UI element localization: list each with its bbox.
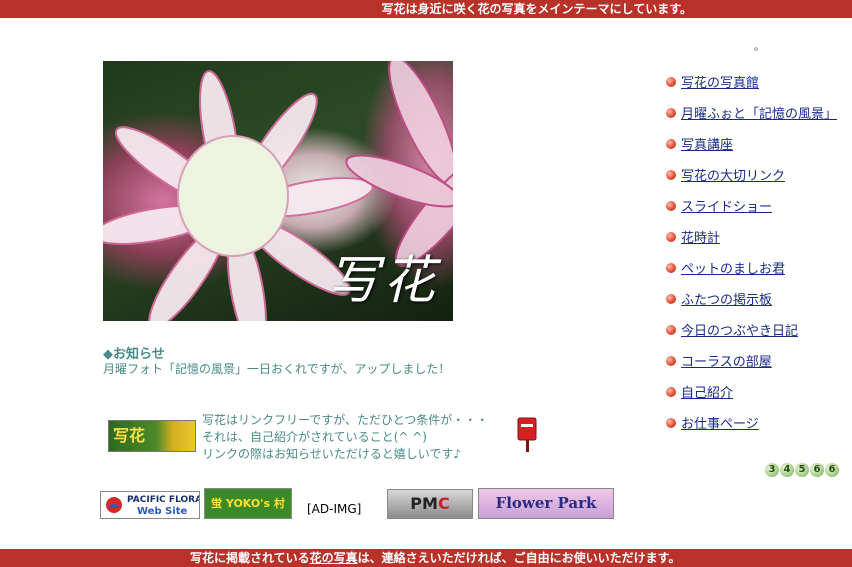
postbox-icon[interactable] <box>516 416 538 452</box>
bullet-icon <box>666 386 676 397</box>
nav-link[interactable]: 今日のつぶやき日記 <box>681 320 798 339</box>
bullet-icon <box>666 355 676 366</box>
bullet-icon <box>666 138 676 149</box>
nav-item-pet[interactable]: ペットのましお君 <box>666 252 837 283</box>
nav-link[interactable]: 写花の大切リンク <box>681 165 785 184</box>
bullet-icon <box>666 231 676 242</box>
nav-link[interactable]: 自己紹介 <box>681 382 733 401</box>
bullet-icon <box>666 293 676 304</box>
nav-link[interactable]: スライドショー <box>681 196 772 215</box>
nav-item-slideshow[interactable]: スライドショー <box>666 190 837 221</box>
notice-text: 月曜フォト「記憶の風景」一日おくれですが、アップしました！ <box>103 362 451 376</box>
nav-link[interactable]: 月曜ふぉと「記憶の風景」 <box>681 103 837 122</box>
counter-digit: 4 <box>780 463 794 477</box>
nav-link[interactable]: 花時計 <box>681 227 720 246</box>
hero-flower-image: 写花 <box>103 61 453 321</box>
pmc-banner[interactable]: PMC <box>387 489 473 519</box>
link-free-line-3: リンクの際はお知らせいただけると嬉しいです♪ <box>202 447 462 461</box>
counter-digit: 6 <box>825 463 839 477</box>
bullet-icon <box>666 107 676 118</box>
nav-link[interactable]: コーラスの部屋 <box>681 351 772 370</box>
footer-text-1: 写花に掲載されている <box>190 551 310 565</box>
nav-item-photo-gallery[interactable]: 写花の写真館 <box>666 66 837 97</box>
link-free-line-1: 写花はリンクフリーですが、ただひとつ条件が・・・ <box>202 413 489 427</box>
nav-link[interactable]: 写真講座 <box>681 134 733 153</box>
nav-item-chorus[interactable]: コーラスの部屋 <box>666 345 837 376</box>
flower-park-banner[interactable]: Flower Park <box>478 488 614 519</box>
nav-item-diary[interactable]: 今日のつぶやき日記 <box>666 314 837 345</box>
pacific-flora-banner[interactable]: PACIFIC FLORA Web Site <box>100 491 200 519</box>
nav-item-flower-clock[interactable]: 花時計 <box>666 221 837 252</box>
header-tagline: 写花は身近に咲く花の写真をメインテーマにしています。 <box>0 0 852 18</box>
nav-link[interactable]: 写花の写真館 <box>681 72 759 91</box>
pacific-flora-subtitle: Web Site <box>137 506 188 517</box>
footer-notice: 写花に掲載されている花の写真は、連絡さえいただければ、ご自由にお使いいただけます… <box>0 549 852 567</box>
nav-link[interactable]: ペットのましお君 <box>681 258 785 277</box>
counter-digit: 5 <box>795 463 809 477</box>
nav-item-work[interactable]: お仕事ページ <box>666 407 837 438</box>
link-free-line-2: それは、自己紹介がされていること(^ ^) <box>202 430 427 444</box>
visitor-counter: 3 4 5 6 6 <box>765 463 839 477</box>
ad-image-link[interactable]: [AD-IMG] <box>307 502 361 516</box>
nav-item-photo-lesson[interactable]: 写真講座 <box>666 128 837 159</box>
yoko-village-banner[interactable]: 蛍 YOKO's 村 <box>204 488 292 519</box>
nav-item-bbs[interactable]: ふたつの掲示板 <box>666 283 837 314</box>
nav-link[interactable]: お仕事ページ <box>681 413 759 432</box>
side-nav: 写花の写真館 月曜ふぉと「記憶の風景」 写真講座 写花の大切リンク スライドショ… <box>666 66 837 438</box>
pmc-banner-pm: PM <box>410 494 438 513</box>
pmc-banner-c: C <box>437 494 450 513</box>
link-free-message: 写花はリンクフリーですが、ただひとつ条件が・・・ それは、自己紹介がされているこ… <box>202 412 488 463</box>
pacific-flora-title: PACIFIC FLORA <box>127 495 200 505</box>
bullet-icon <box>666 417 676 428</box>
bullet-icon <box>666 262 676 273</box>
counter-digit: 3 <box>765 463 779 477</box>
bullet-icon <box>666 169 676 180</box>
nav-item-profile[interactable]: 自己紹介 <box>666 376 837 407</box>
hero-caption: 写花 <box>326 251 439 311</box>
nav-item-links[interactable]: 写花の大切リンク <box>666 159 837 190</box>
nav-item-monday-photo[interactable]: 月曜ふぉと「記憶の風景」 <box>666 97 837 128</box>
bullet-icon <box>666 200 676 211</box>
pacific-flora-logo-icon <box>106 497 122 513</box>
footer-link-flower-photos[interactable]: 花の写真 <box>310 551 358 565</box>
counter-digit: 6 <box>810 463 824 477</box>
nav-link[interactable]: ふたつの掲示板 <box>681 289 772 308</box>
bullet-icon <box>666 76 676 87</box>
link-badge-banner[interactable]: 写花 <box>108 420 196 452</box>
bullet-icon <box>666 324 676 335</box>
top-mark: 。 <box>754 42 764 53</box>
footer-text-2: は、連絡さえいただければ、ご自由にお使いいただけます。 <box>357 551 681 565</box>
